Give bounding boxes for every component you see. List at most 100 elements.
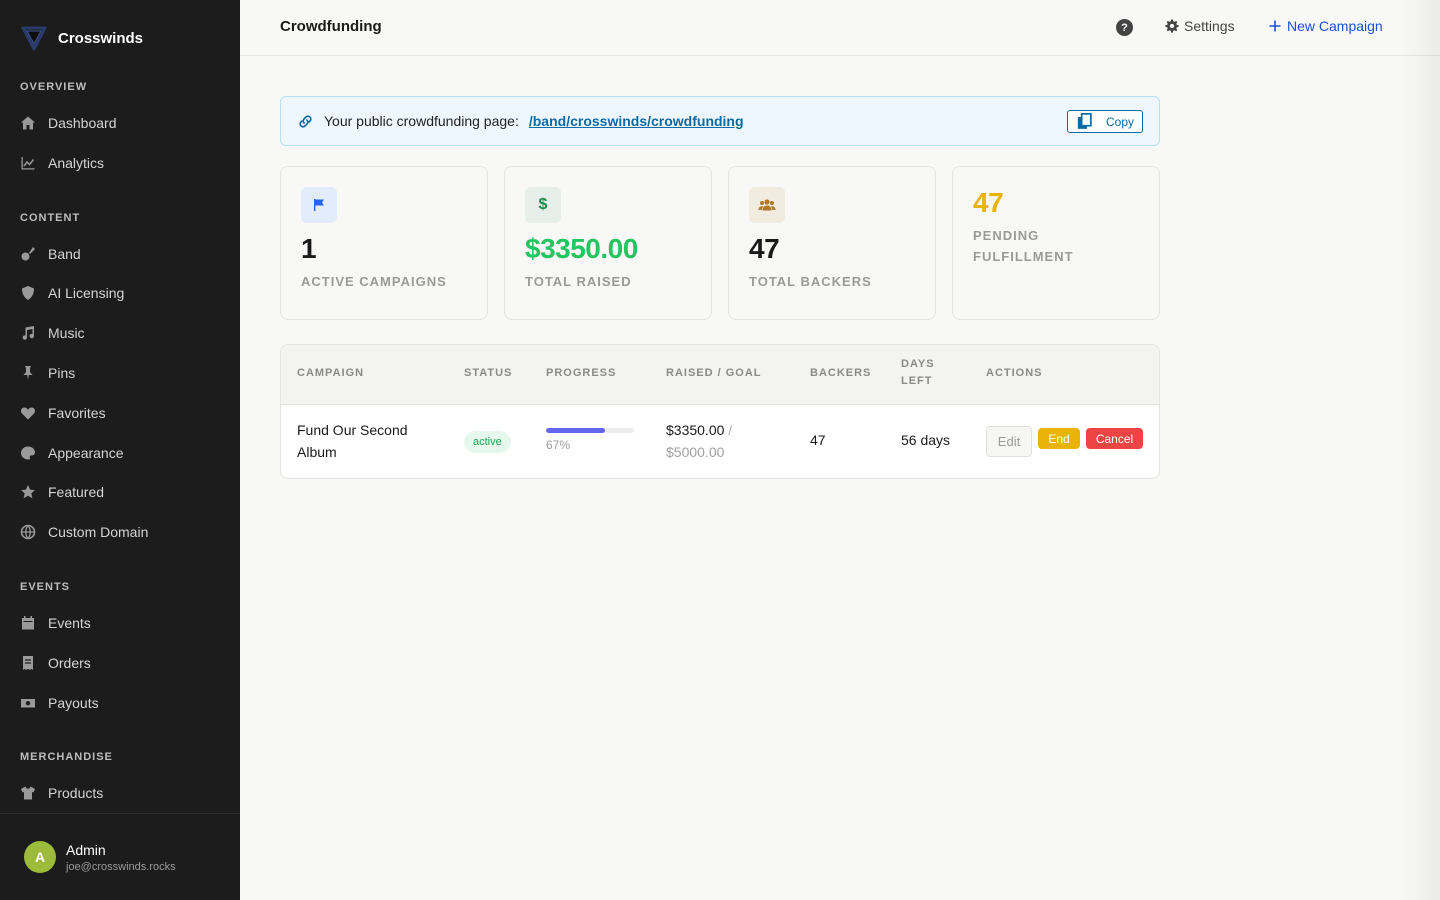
stat-card-total-raised: $ $3350.00 TOTAL RAISED	[504, 166, 712, 320]
section-overview: OVERVIEW	[20, 81, 88, 93]
avatar: A	[24, 841, 56, 873]
sidebar-item-label: Pins	[48, 365, 76, 381]
sidebar-item-label: Payouts	[48, 695, 99, 711]
stat-value: 47	[749, 233, 780, 264]
stat-card-active-campaigns: 1 ACTIVE CAMPAIGNS	[280, 166, 488, 320]
settings-button[interactable]: Settings	[1165, 18, 1235, 34]
heart-icon	[20, 407, 36, 420]
stat-label: TOTAL BACKERS	[749, 274, 872, 289]
stat-value: 1	[301, 233, 317, 264]
palette-icon	[21, 446, 35, 460]
sidebar-item-label: Band	[48, 246, 81, 262]
public-page-link[interactable]: /band/crosswinds/crowdfunding	[529, 113, 744, 129]
shield-icon	[22, 286, 34, 300]
settings-label: Settings	[1184, 18, 1235, 34]
edit-label: Edit	[997, 434, 1021, 449]
sidebar-item-band[interactable]: Band	[20, 243, 220, 265]
progress-bar	[546, 428, 634, 433]
new-campaign-button[interactable]: New Campaign	[1269, 18, 1383, 34]
column-header-days-left: DAYS LEFT	[901, 358, 935, 387]
edit-button[interactable]: Edit	[986, 426, 1032, 457]
globe-icon	[20, 524, 36, 540]
sidebar-item-featured[interactable]: Featured	[20, 481, 220, 503]
calendar-icon	[22, 616, 34, 630]
user-profile[interactable]: A Admin joe@crosswinds.rocks	[0, 813, 240, 900]
new-campaign-label: New Campaign	[1287, 18, 1383, 34]
page-title: Crowdfunding	[280, 18, 382, 35]
cancel-label: Cancel	[1095, 431, 1134, 446]
user-name: Admin	[66, 841, 106, 858]
goal-amount: $5000.00	[666, 444, 725, 460]
sidebar-item-label: Featured	[48, 484, 105, 500]
user-info: Admin joe@crosswinds.rocks	[66, 842, 176, 873]
link-icon	[299, 114, 312, 128]
sidebar-item-appearance[interactable]: Appearance	[20, 442, 220, 464]
table-header: CAMPAIGN STATUS PROGRESS RAISED / GOAL B…	[281, 345, 1159, 405]
sidebar-item-music[interactable]: Music	[20, 322, 220, 344]
dollar-icon: $	[525, 187, 561, 223]
brand-name: Crosswinds	[58, 29, 144, 47]
stat-value: 47	[973, 187, 1004, 218]
money-icon	[21, 699, 35, 708]
gear-icon	[1165, 19, 1179, 33]
raised-goal-separator: /	[728, 422, 733, 438]
top-bar: Crowdfunding ? Settings New Campaign	[240, 0, 1440, 56]
sidebar-item-custom-domain[interactable]: Custom Domain	[20, 521, 220, 543]
column-header-status: STATUS	[464, 367, 513, 379]
sidebar-item-payouts[interactable]: Payouts	[20, 692, 220, 714]
sidebar-item-ai-licensing[interactable]: AI Licensing	[20, 282, 220, 304]
user-email: joe@crosswinds.rocks	[66, 860, 176, 873]
days-left: 56 days	[901, 432, 951, 448]
sidebar-item-label: Custom Domain	[48, 524, 149, 540]
public-page-banner: Your public crowdfunding page: /band/cro…	[280, 96, 1160, 146]
end-button[interactable]: End	[1038, 428, 1080, 449]
column-header-actions: ACTIONS	[986, 367, 1043, 379]
sidebar-item-analytics[interactable]: Analytics	[20, 152, 220, 174]
status-badge: active	[464, 431, 511, 453]
page-edge-shade	[1400, 0, 1440, 900]
raised-amount: $3350.00	[666, 422, 725, 438]
sidebar-item-events[interactable]: Events	[20, 612, 220, 634]
raised-goal: $3350.00 / $5000.00	[666, 419, 732, 463]
section-events: EVENTS	[20, 581, 71, 593]
flag-icon	[301, 187, 337, 223]
sidebar-item-favorites[interactable]: Favorites	[20, 402, 220, 424]
column-header-progress: PROGRESS	[546, 367, 617, 379]
copy-button[interactable]: Copy	[1066, 110, 1143, 133]
backers-count: 47	[810, 432, 826, 448]
stat-card-total-backers: 47 TOTAL BACKERS	[728, 166, 936, 320]
sidebar-item-orders[interactable]: Orders	[20, 652, 220, 674]
sidebar-item-products[interactable]: Products	[20, 782, 220, 804]
stat-label: PENDING FULFILLMENT	[973, 228, 1074, 264]
cancel-button[interactable]: Cancel	[1086, 428, 1143, 449]
sidebar-item-label: Analytics	[48, 155, 105, 171]
column-header-backers: BACKERS	[810, 367, 872, 379]
banner-label: Your public crowdfunding page:	[324, 113, 519, 129]
sidebar-item-label: AI Licensing	[48, 285, 125, 301]
logo-icon	[21, 26, 47, 51]
copy-icon	[1077, 113, 1092, 129]
progress-fill	[546, 428, 605, 433]
receipt-icon	[23, 656, 33, 670]
campaign-name[interactable]: Fund Our Second Album	[297, 419, 447, 463]
stat-label: TOTAL RAISED	[525, 274, 632, 289]
star-icon	[21, 485, 35, 499]
brand[interactable]: Crosswinds	[20, 24, 143, 52]
column-header-raised-goal: RAISED / GOAL	[666, 367, 762, 379]
help-icon: ?	[1121, 21, 1128, 34]
end-label: End	[1048, 431, 1070, 446]
pin-icon	[23, 366, 33, 380]
sidebar-item-label: Events	[48, 615, 91, 631]
column-header-campaign: CAMPAIGN	[297, 367, 365, 379]
chart-line-icon	[21, 157, 35, 170]
sidebar-item-dashboard[interactable]: Dashboard	[20, 112, 220, 134]
sidebar-item-label: Music	[48, 325, 85, 341]
sidebar-item-label: Appearance	[48, 445, 124, 461]
users-icon	[749, 187, 785, 223]
music-note-icon	[22, 326, 35, 340]
section-content: CONTENT	[20, 212, 81, 224]
help-button[interactable]: ?	[1116, 19, 1133, 36]
sidebar-item-pins[interactable]: Pins	[20, 362, 220, 384]
campaigns-table: CAMPAIGN STATUS PROGRESS RAISED / GOAL B…	[280, 344, 1160, 479]
progress-percent: 67%	[546, 438, 571, 452]
